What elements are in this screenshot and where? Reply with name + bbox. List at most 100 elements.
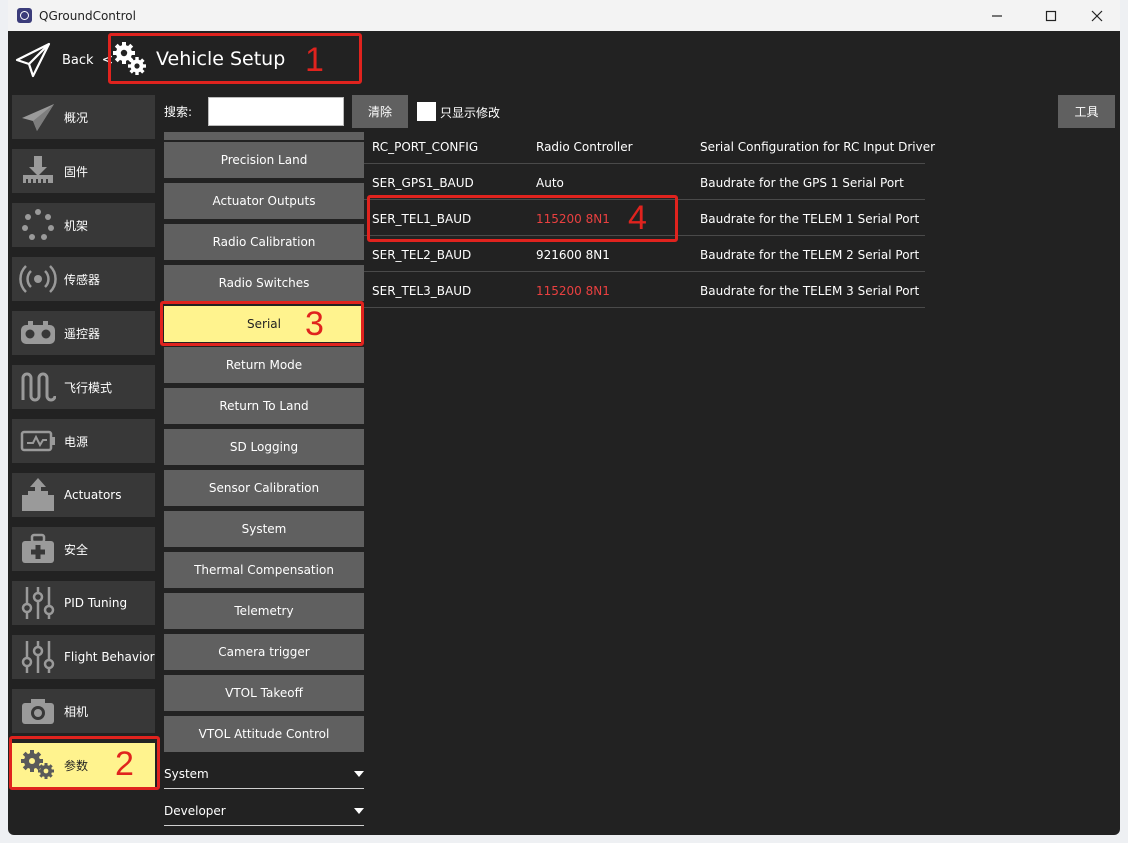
qgc-window: QGroundControl Back < Vehicle Setup 1 概况… [8,0,1120,835]
plane-icon [18,97,58,137]
table-row[interactable]: SER_TEL3_BAUD 115200 8N1 Baudrate for th… [364,272,925,308]
sidebar-item-label: 相机 [64,704,89,719]
group-item[interactable]: Return Mode [164,347,364,383]
group-item[interactable]: Return To Land [164,388,364,424]
back-label: Back [62,52,94,68]
search-input[interactable] [208,97,344,126]
param-description: Baudrate for the GPS 1 Serial Port [700,176,904,190]
table-row[interactable]: SER_TEL2_BAUD 921600 8N1 Baudrate for th… [364,236,925,272]
sidebar-item-radio[interactable]: 遥控器 [12,311,155,355]
minimize-icon [992,14,1002,17]
page-title: Vehicle Setup [156,48,286,70]
sidebar-item-label: PID Tuning [64,596,128,610]
param-value: Auto [536,176,564,190]
sidebar-item-label: 概况 [64,110,89,125]
sidebar-item-safety[interactable]: 安全 [12,527,155,571]
actuator-icon [18,475,58,515]
gears-icon [113,42,146,75]
annotation-number-4: 4 [628,199,647,237]
category-label: Developer [164,803,226,818]
close-icon [1091,10,1103,21]
sliders-icon [18,637,58,677]
sensor-icon [18,259,58,299]
sidebar-item-flight-behavior[interactable]: Flight Behavior [12,635,155,679]
sidebar-item-label: 电源 [64,434,89,449]
sidebar-item-flight-modes[interactable]: 飞行模式 [12,365,155,409]
group-item[interactable]: Thermal Compensation [164,552,364,588]
table-row[interactable]: SER_GPS1_BAUD Auto Baudrate for the GPS … [364,164,925,200]
sidebar-item-power[interactable]: 电源 [12,419,155,463]
window-title: QGroundControl [39,8,136,23]
battery-icon [18,421,58,461]
tools-button[interactable]: 工具 [1058,95,1115,128]
group-item[interactable]: Actuator Outputs [164,183,364,219]
maximize-button[interactable] [1028,0,1074,31]
sidebar-item-firmware[interactable]: 固件 [12,149,155,193]
show-modified-label: 只显示修改 [440,106,501,120]
sidebar-item-label: Actuators [64,488,122,502]
sidebar-item-airframe[interactable]: 机架 [12,203,155,247]
sidebar-item-camera[interactable]: 相机 [12,689,155,733]
safety-kit-icon [18,529,58,569]
group-item[interactable]: Sensor Calibration [164,470,364,506]
airframe-icon [18,205,58,245]
sidebar-item-label: Flight Behavior [64,650,155,664]
param-name: SER_TEL3_BAUD [372,284,472,298]
category-label: System [164,766,209,781]
param-value-modified: 115200 8N1 [536,212,610,226]
param-name: SER_TEL2_BAUD [372,248,472,262]
sidebar-item-label: 参数 [64,758,89,773]
sidebar-item-label: 固件 [64,164,89,179]
sidebar-item-label: 遥控器 [64,326,101,341]
sidebar-item-label: 机架 [64,218,89,233]
param-description: Baudrate for the TELEM 3 Serial Port [700,284,920,298]
group-item[interactable]: Camera trigger [164,634,364,670]
group-item[interactable]: VTOL Takeoff [164,675,364,711]
sidebar-item-pid-tuning[interactable]: PID Tuning [12,581,155,625]
param-name: SER_GPS1_BAUD [372,176,474,190]
flight-mode-icon [18,367,58,407]
group-item[interactable]: Telemetry [164,593,364,629]
param-value-modified: 115200 8N1 [536,284,610,298]
annotation-number-3: 3 [305,305,324,343]
group-item[interactable]: Precision Land [164,142,364,178]
camera-icon [18,691,58,731]
annotation-number-2: 2 [115,745,134,783]
title-bar: QGroundControl [8,0,1120,31]
param-description: Serial Configuration for RC Input Driver [700,140,936,154]
sidebar-item-summary[interactable]: 概况 [12,95,155,139]
sliders-icon [18,583,58,623]
param-description: Baudrate for the TELEM 2 Serial Port [700,248,920,262]
param-value: 921600 8N1 [536,248,610,262]
radio-icon [18,313,58,353]
sidebar-item-label: 安全 [64,542,89,557]
gears-icon [18,745,58,785]
annotation-number-1: 1 [305,41,324,79]
sidebar-item-actuators[interactable]: Actuators [12,473,155,517]
close-button[interactable] [1074,0,1120,31]
sidebar-item-label: 传感器 [64,272,101,287]
dropdown-arrow-icon [354,807,364,814]
param-name: SER_TEL1_BAUD [372,212,472,226]
top-toolbar: Back < Vehicle Setup 1 [8,31,1120,89]
param-description: Baudrate for the TELEM 1 Serial Port [700,212,920,226]
table-row[interactable]: RC_PORT_CONFIG Radio Controller Serial C… [364,128,935,164]
group-item-partial[interactable] [164,132,364,140]
group-item[interactable]: Radio Calibration [164,224,364,260]
param-value: Radio Controller [536,140,633,154]
group-item[interactable]: Radio Switches [164,265,364,301]
firmware-download-icon [18,151,58,191]
group-item-selected[interactable]: Serial [164,306,364,342]
sidebar-item-sensors[interactable]: 传感器 [12,257,155,301]
sidebar-item-label: 飞行模式 [64,380,113,395]
clear-button[interactable]: 清除 [352,95,408,128]
search-label: 搜索: [164,105,193,119]
back-button[interactable]: Back < [14,39,113,81]
group-item[interactable]: VTOL Attitude Control [164,716,364,752]
group-item[interactable]: System [164,511,364,547]
minimize-button[interactable] [974,0,1020,31]
category-dropdown-developer[interactable]: Developer [164,796,364,826]
show-modified-checkbox[interactable] [417,102,436,121]
group-item[interactable]: SD Logging [164,429,364,465]
category-dropdown-system[interactable]: System [164,759,364,789]
